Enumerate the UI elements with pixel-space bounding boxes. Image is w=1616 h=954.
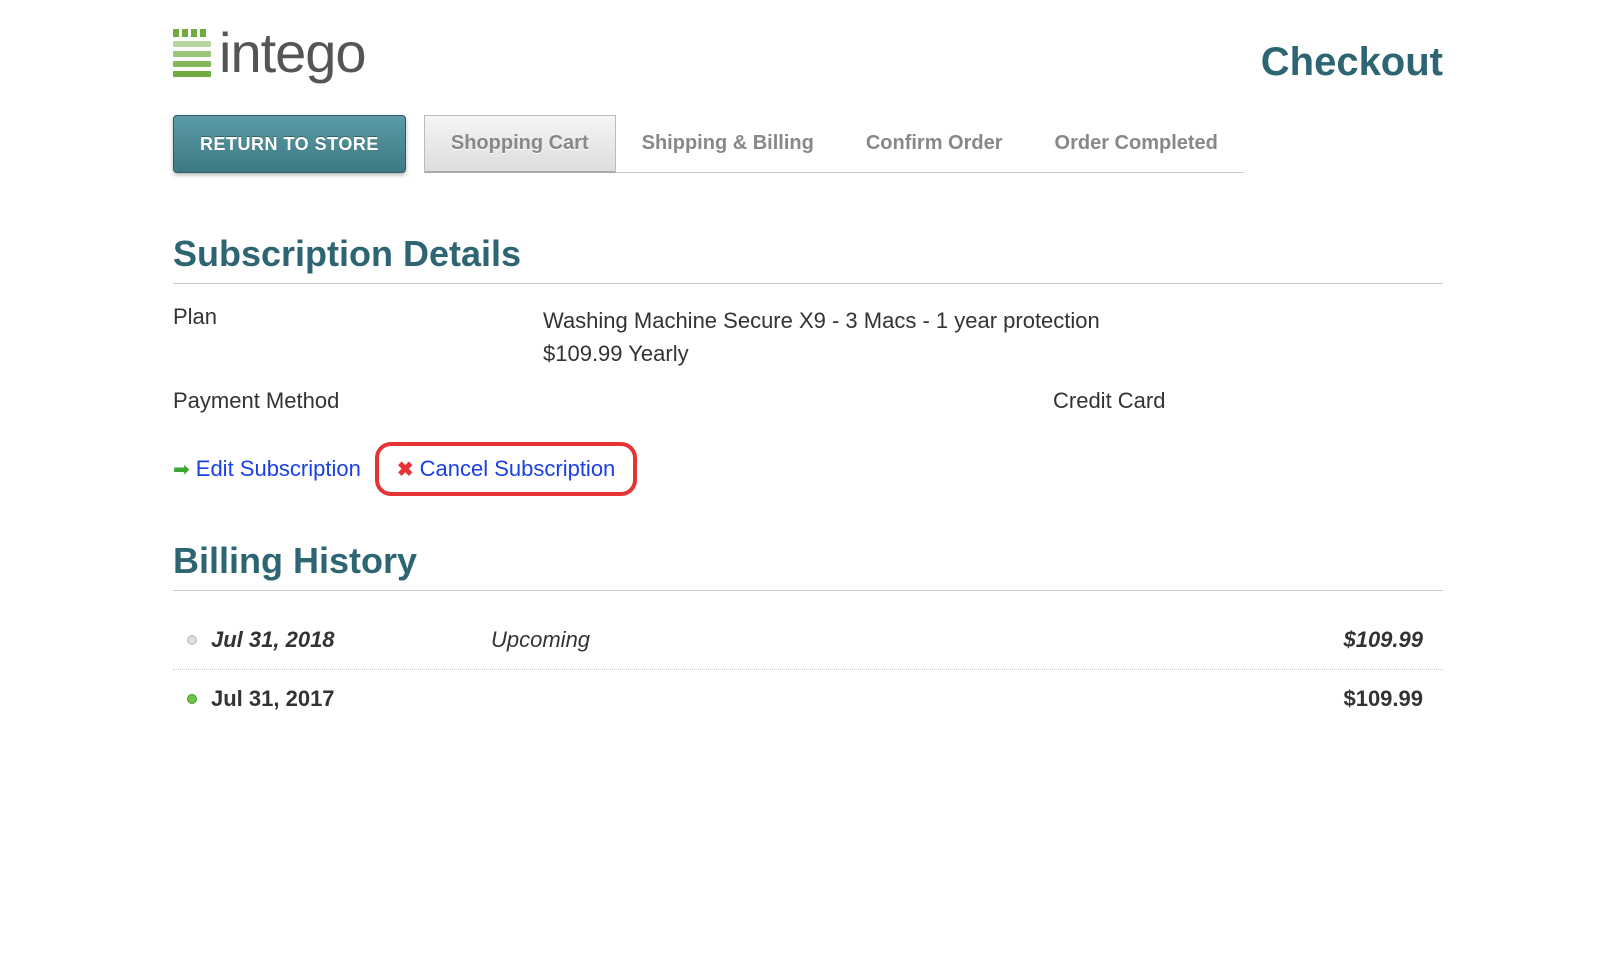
billing-row: Jul 31, 2018 Upcoming $109.99 <box>173 611 1443 670</box>
status-bullet-paid-icon <box>187 694 197 704</box>
edit-subscription-link[interactable]: ➡ Edit Subscription <box>173 456 361 482</box>
tab-shopping-cart[interactable]: Shopping Cart <box>424 115 616 173</box>
logo-text: intego <box>219 20 366 85</box>
billing-history-heading: Billing History <box>173 540 1443 591</box>
subscription-details-heading: Subscription Details <box>173 233 1443 284</box>
plan-label: Plan <box>173 304 543 370</box>
billing-status: Upcoming <box>491 627 1343 653</box>
plan-value: Washing Machine Secure X9 - 3 Macs - 1 y… <box>543 304 1443 370</box>
subscription-actions: ➡ Edit Subscription ✖ Cancel Subscriptio… <box>173 442 1443 496</box>
billing-date: Jul 31, 2018 <box>211 627 491 653</box>
checkout-steps-nav: RETURN TO STORE Shopping Cart Shipping &… <box>173 115 1443 173</box>
cancel-x-icon: ✖ <box>397 457 414 482</box>
plan-price: $109.99 Yearly <box>543 337 1443 370</box>
cancel-subscription-label: Cancel Subscription <box>420 456 616 482</box>
payment-method-row: Payment Method Credit Card <box>173 388 1443 414</box>
payment-method-value: Credit Card <box>543 388 1443 414</box>
tab-confirm-order[interactable]: Confirm Order <box>840 115 1029 173</box>
billing-amount: $109.99 <box>1343 627 1443 653</box>
cancel-subscription-link[interactable]: ✖ Cancel Subscription <box>397 456 615 482</box>
payment-method-label: Payment Method <box>173 388 543 414</box>
plan-name: Washing Machine Secure X9 - 3 Macs - 1 y… <box>543 304 1443 337</box>
billing-date: Jul 31, 2017 <box>211 686 491 712</box>
checkout-title: Checkout <box>1261 40 1443 85</box>
plan-row: Plan Washing Machine Secure X9 - 3 Macs … <box>173 304 1443 370</box>
brand-logo[interactable]: intego <box>173 20 366 85</box>
tab-order-completed[interactable]: Order Completed <box>1029 115 1244 173</box>
arrow-right-icon: ➡ <box>173 457 190 482</box>
castle-icon <box>173 29 211 77</box>
cancel-highlight-annotation: ✖ Cancel Subscription <box>375 442 637 496</box>
edit-subscription-label: Edit Subscription <box>196 456 361 482</box>
return-to-store-button[interactable]: RETURN TO STORE <box>173 115 406 173</box>
billing-row: Jul 31, 2017 $109.99 <box>173 670 1443 728</box>
billing-amount: $109.99 <box>1343 686 1443 712</box>
status-bullet-upcoming-icon <box>187 635 197 645</box>
tab-shipping-billing[interactable]: Shipping & Billing <box>616 115 840 173</box>
page-header: intego Checkout <box>173 20 1443 85</box>
